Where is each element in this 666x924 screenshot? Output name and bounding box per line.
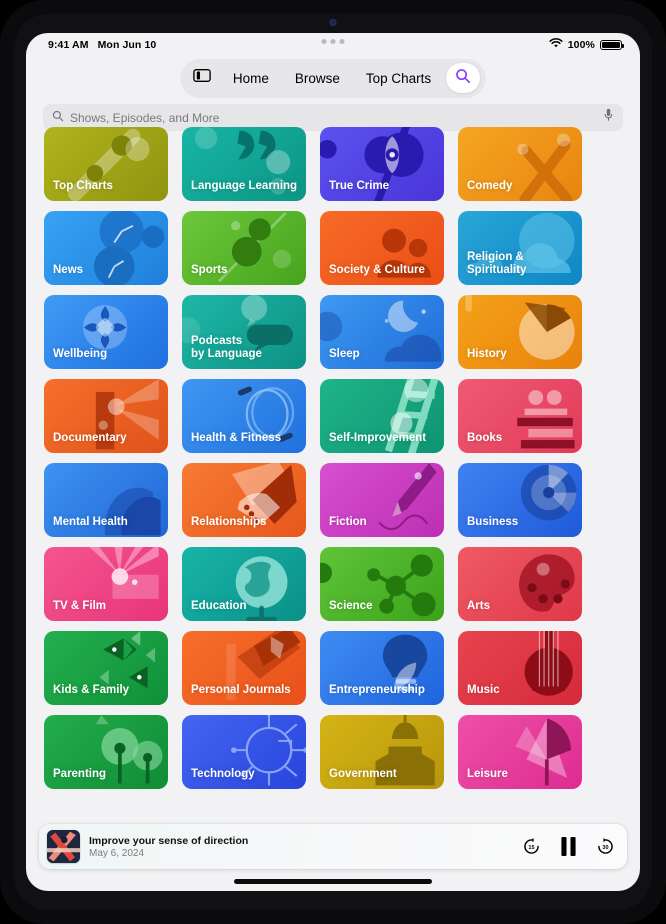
category-label: TV & Film [53,600,107,612]
status-bar: 9:41 AM Mon Jun 10 100% [26,33,640,54]
category-tile[interactable]: Wellbeing [44,295,168,369]
skip-forward-label: 30 [602,845,608,851]
category-label: Books [467,432,503,444]
category-tile[interactable]: Language Learning [182,127,306,201]
category-tile[interactable]: Comedy [458,127,582,201]
category-tile[interactable]: Arts [458,547,582,621]
category-label: Leisure [467,768,508,780]
category-label: Relationships [191,516,267,528]
category-label: Sleep [329,348,360,360]
tab-home[interactable]: Home [222,66,280,91]
category-tile[interactable]: Mental Health [44,463,168,537]
category-tile[interactable]: TV & Film [44,547,168,621]
category-label: Education [191,600,247,612]
category-tile[interactable]: Health & Fitness [182,379,306,453]
category-tile[interactable]: Technology [182,715,306,789]
category-label: Government [329,768,397,780]
skip-forward-30-button[interactable]: 30 [596,837,615,856]
category-scroll-area[interactable]: Top Charts Language Learning True Crime … [26,127,640,891]
category-tile[interactable]: Self-Improvement [320,379,444,453]
category-tile[interactable]: Relationships [182,463,306,537]
search-icon [52,109,64,127]
category-tile[interactable]: Science [320,547,444,621]
category-label: Health & Fitness [191,432,282,444]
now-playing-bar[interactable]: Improve your sense of direction May 6, 2… [39,824,627,869]
category-tile[interactable]: True Crime [320,127,444,201]
tab-browse[interactable]: Browse [284,66,351,91]
category-tile[interactable]: Top Charts [44,127,168,201]
category-label: Mental Health [53,516,128,528]
category-label: History [467,348,507,360]
now-playing-meta: Improve your sense of direction May 6, 2… [89,835,513,859]
category-label: Top Charts [53,180,113,192]
home-indicator[interactable] [234,879,432,884]
category-label: Sports [191,264,228,276]
search-placeholder: Shows, Episodes, and More [70,110,220,125]
category-tile[interactable]: News [44,211,168,285]
category-label: True Crime [329,180,390,192]
category-label: Business [467,516,519,528]
category-label: Entrepreneurship [329,684,425,696]
wifi-icon [549,38,563,52]
category-label: Language Learning [191,180,298,192]
category-label: Personal Journals [191,684,291,696]
category-tile[interactable]: Personal Journals [182,631,306,705]
category-tile[interactable]: Religion & Spirituality [458,211,582,285]
sidebar-toggle-button[interactable] [186,63,218,93]
category-tile[interactable]: Documentary [44,379,168,453]
multitasking-handle[interactable] [321,39,345,44]
skip-back-15-button[interactable]: 15 [522,837,541,856]
category-tile[interactable]: Books [458,379,582,453]
battery-percent: 100% [567,39,595,51]
category-tile[interactable]: Entrepreneurship [320,631,444,705]
status-time: 9:41 AM [48,39,89,51]
tab-top-charts[interactable]: Top Charts [355,66,442,91]
category-label: Technology [191,768,255,780]
screen: 9:41 AM Mon Jun 10 100% Home Browse Top … [26,33,640,891]
category-label: Self-Improvement [329,432,427,444]
battery-icon [600,39,625,51]
category-label: Arts [467,600,491,612]
category-label: News [53,264,84,276]
category-label: Parenting [53,768,107,780]
microphone-icon[interactable] [603,108,614,127]
category-grid: Top Charts Language Learning True Crime … [26,127,640,789]
category-tile[interactable]: Music [458,631,582,705]
category-tile[interactable]: History [458,295,582,369]
sidebar-toggle-icon [193,68,211,88]
episode-artwork[interactable] [47,830,80,863]
status-date: Mon Jun 10 [97,39,157,51]
search-button[interactable] [446,63,481,93]
category-tile[interactable]: Education [182,547,306,621]
category-tile[interactable]: Fiction [320,463,444,537]
category-tile[interactable]: Parenting [44,715,168,789]
pause-button[interactable] [560,837,577,856]
category-tile[interactable]: Leisure [458,715,582,789]
category-tile[interactable]: Business [458,463,582,537]
category-tile[interactable]: Sleep [320,295,444,369]
category-label: Kids & Family [53,684,130,696]
ipad-device: 9:41 AM Mon Jun 10 100% Home Browse Top … [0,0,666,924]
front-camera [329,19,337,26]
category-label: Science [329,600,373,612]
search-icon [455,68,471,89]
skip-back-label: 15 [528,845,534,851]
category-tile[interactable]: Podcasts by Language [182,295,306,369]
category-label: Fiction [329,516,367,528]
category-tile[interactable]: Kids & Family [44,631,168,705]
episode-date: May 6, 2024 [89,847,145,859]
navigation-bar: Home Browse Top Charts [26,54,640,104]
category-label: Society & Culture [329,264,425,276]
category-tile[interactable]: Government [320,715,444,789]
category-tile[interactable]: Society & Culture [320,211,444,285]
category-label: Religion & Spirituality [467,251,527,276]
category-label: Podcasts by Language [191,335,262,360]
playback-controls: 15 30 [522,837,615,856]
category-label: Documentary [53,432,127,444]
episode-title: Improve your sense of direction [89,834,249,847]
category-tile[interactable]: Sports [182,211,306,285]
category-label: Wellbeing [53,348,108,360]
category-label: Comedy [467,180,513,192]
category-label: Music [467,684,500,696]
